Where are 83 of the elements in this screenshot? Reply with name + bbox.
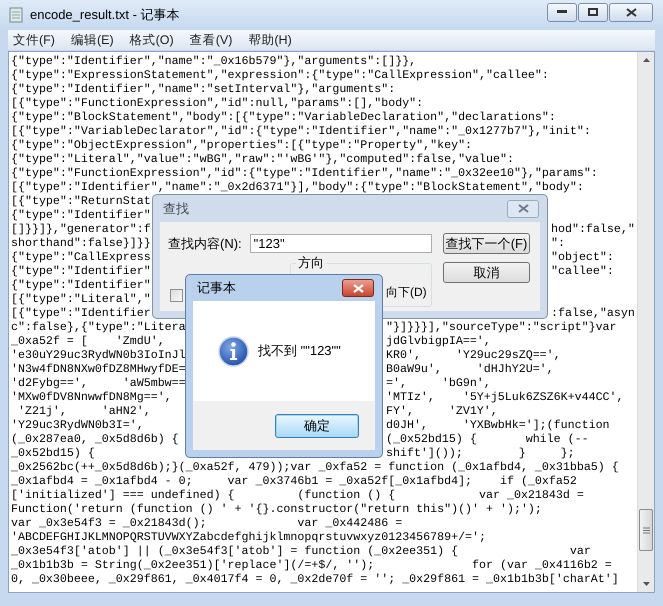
menu-item[interactable]: 查看(V) xyxy=(190,30,232,50)
code-text: []}}]},"generator":f xyxy=(11,223,151,236)
code-text: {"type":"Literal","value":"wBG","raw":"'wBG'"},"computed":false,"value": xyxy=(11,153,514,166)
code-text: _0x3e54f3['atob'] || (_0x3e54f3['atob'] = function (_0x2ee351) { var xyxy=(11,545,591,558)
close-icon xyxy=(518,204,528,213)
code-text: {"type":"ExpressionStatement","expression":{"type":"CallExpression","callee": xyxy=(11,69,549,82)
code-text: 'ABCDEFGHIJKLMNOPQRSTUVWXYZabcdefghijklmnopqrstuvwxyz0123456789+/='; xyxy=(11,531,486,544)
code-text: {"type":"Identifier" xyxy=(11,265,151,278)
menu-item[interactable]: 编辑(E) xyxy=(70,30,114,50)
code-text: c":false},{"type":"Litera xyxy=(11,321,186,334)
code-text: "object": xyxy=(551,251,614,265)
code-text: [{"type":"Identifier","name":"_0x2d6371"}],"body":{"type":"BlockStatement","body": xyxy=(11,181,584,194)
code-text: shift']()); } }; xyxy=(386,447,575,461)
code-text: "}]}}}],"sourceType":"script"}var xyxy=(386,321,617,335)
code-text: {"type":"Identifier" xyxy=(11,209,151,222)
match-case-checkbox[interactable] xyxy=(170,289,183,302)
ok-button[interactable]: 确定 xyxy=(275,414,359,438)
cancel-button[interactable]: 取消 xyxy=(443,262,530,283)
window-title: encode_result.txt - 记事本 xyxy=(30,6,180,24)
info-icon xyxy=(218,336,249,366)
code-text: B0aW9u', 'dHJhY2U=', xyxy=(386,363,554,377)
menu-item[interactable]: 帮助(H) xyxy=(248,30,292,50)
code-text: "callee": xyxy=(551,265,614,279)
message-text: 找不到 ""123"" xyxy=(258,342,341,360)
menu-item[interactable]: 格式(O) xyxy=(130,30,174,50)
code-text: {"type":"ObjectExpression","properties":[{"type":"Property","key": xyxy=(11,139,472,152)
code-text: 'N3w4fDN8NXw0fDZ8MHwyfDE= xyxy=(11,363,186,376)
code-text: 'Y29uc3RydWN0b3I=', xyxy=(11,419,144,432)
code-text: 0, _0x30beee, _0x29f861, _0x4017f4 = 0, _0x2de70f = ''; _0x29f861 = _0x1b1b3b['charAt'] xyxy=(11,573,619,586)
find-label: 查找内容(N): xyxy=(168,235,242,253)
code-text: jdGlvbigpIA==', xyxy=(386,335,491,349)
code-text: {"type":"BlockStatement","body":[{"type":"VariableDeclaration","declarations": xyxy=(11,111,556,124)
dialog-title: 记事本 xyxy=(197,279,236,298)
code-text: 'e30uY29uc3RydWN0b3IoInJl xyxy=(11,349,186,362)
code-text: {"type":"Identifier","name":"setInterval"},"arguments": xyxy=(11,83,396,96)
code-text: =', 'bG9n', xyxy=(386,377,491,391)
close-icon xyxy=(352,284,364,292)
find-next-button[interactable]: 查找下一个(F) xyxy=(443,233,530,254)
maximize-button[interactable] xyxy=(578,2,608,22)
minimize-icon xyxy=(557,10,567,14)
code-text: Function('return (function () ' + '{}.constructor("return this")()' + ');'); xyxy=(11,503,542,516)
code-text: 'MXw0fDV8NnwwfDN8Mg==', xyxy=(11,391,172,404)
code-text: shorthand":false}]}} xyxy=(11,237,151,250)
code-text: :false,"asyn xyxy=(551,307,635,321)
notepad-icon xyxy=(8,7,24,23)
code-text: {"type":"Identifier","name":"_0x16b579"},"arguments":[]}}, xyxy=(11,55,416,68)
code-text: 'd2Fybg==', 'aW5mbw== xyxy=(11,377,186,390)
maximize-icon xyxy=(588,8,598,16)
code-text: {"type":"CallExpress xyxy=(11,251,151,264)
code-text: [{"type":"ReturnStat xyxy=(11,195,151,208)
code-text: _0x52bd15) { xyxy=(11,447,95,460)
code-text: 'MTIz', '5Y+j5Luk6ZSZ6K+v44CC', xyxy=(386,391,624,405)
close-button[interactable] xyxy=(342,279,374,297)
direction-label: 方向 xyxy=(296,255,326,271)
code-text: {"type":"Identifier" xyxy=(11,279,151,292)
code-text: (_0x287ea0, _0x5d8d6b) { xyxy=(11,433,179,446)
code-text: hod":false," xyxy=(551,223,635,237)
code-text: _0x2562bc(++_0x5d8d6b);}(_0xa52f, 479));var _0xfa52 = function (_0x1afbd4, _0x31bba5) { xyxy=(11,461,619,474)
code-text: ['initialized'] === undefined) { (function () { var _0x21843d = xyxy=(11,489,584,502)
code-text: d0JH', 'YXBwbHk='];(function xyxy=(386,419,610,433)
minimize-button[interactable] xyxy=(547,2,577,22)
code-text: [{"type":"Literal"," xyxy=(11,293,151,306)
close-button[interactable] xyxy=(609,2,653,22)
code-text: KR0', 'Y29uc29sZQ==', xyxy=(386,349,561,363)
code-text: [{"type":"Identifier xyxy=(11,307,151,320)
dialog-title: 查找 xyxy=(163,200,189,218)
code-text: _0x1b1b3b = String(_0x2ee351)['replace'](/=+$/, ''); for (var _0x4116b2 = xyxy=(11,559,612,572)
code-text: (_0x52bd15) { while (-- xyxy=(386,433,589,447)
grip-icon xyxy=(642,526,650,534)
code-text: FY', 'ZV1Y', xyxy=(386,405,498,419)
code-text: 'Z21j', 'aHN2', xyxy=(16,405,151,418)
code-text: {"type":"FunctionExpression","id":{"type":"Identifier","name":"_0x32ee10"},"params": xyxy=(11,167,598,180)
down-option[interactable]: 向下(D) xyxy=(386,283,427,301)
code-text: ": xyxy=(551,237,565,251)
close-icon xyxy=(626,8,636,16)
menu-item[interactable]: 文件(F) xyxy=(13,30,55,50)
code-text: _0x1afbd4 = _0x1afbd4 - 0; var _0x3746b1 = _0xa52f[_0x1afbd4]; if (_0xfa52 xyxy=(11,475,577,488)
code-text: var _0x3e54f3 = _0x21843d(); var _0x442486 = xyxy=(11,517,402,530)
code-text: [{"type":"VariableDeclarator","id":{"type":"Identifier","name":"_0x1277b7"},"init": xyxy=(11,125,591,138)
code-text: _0xa52f = [ 'ZmdU', xyxy=(11,335,165,348)
code-text: [{"type":"FunctionExpression","id":null,"params":[],"body": xyxy=(11,97,424,110)
scroll-thumb[interactable] xyxy=(639,509,653,551)
find-field[interactable]: "123" xyxy=(250,234,432,254)
